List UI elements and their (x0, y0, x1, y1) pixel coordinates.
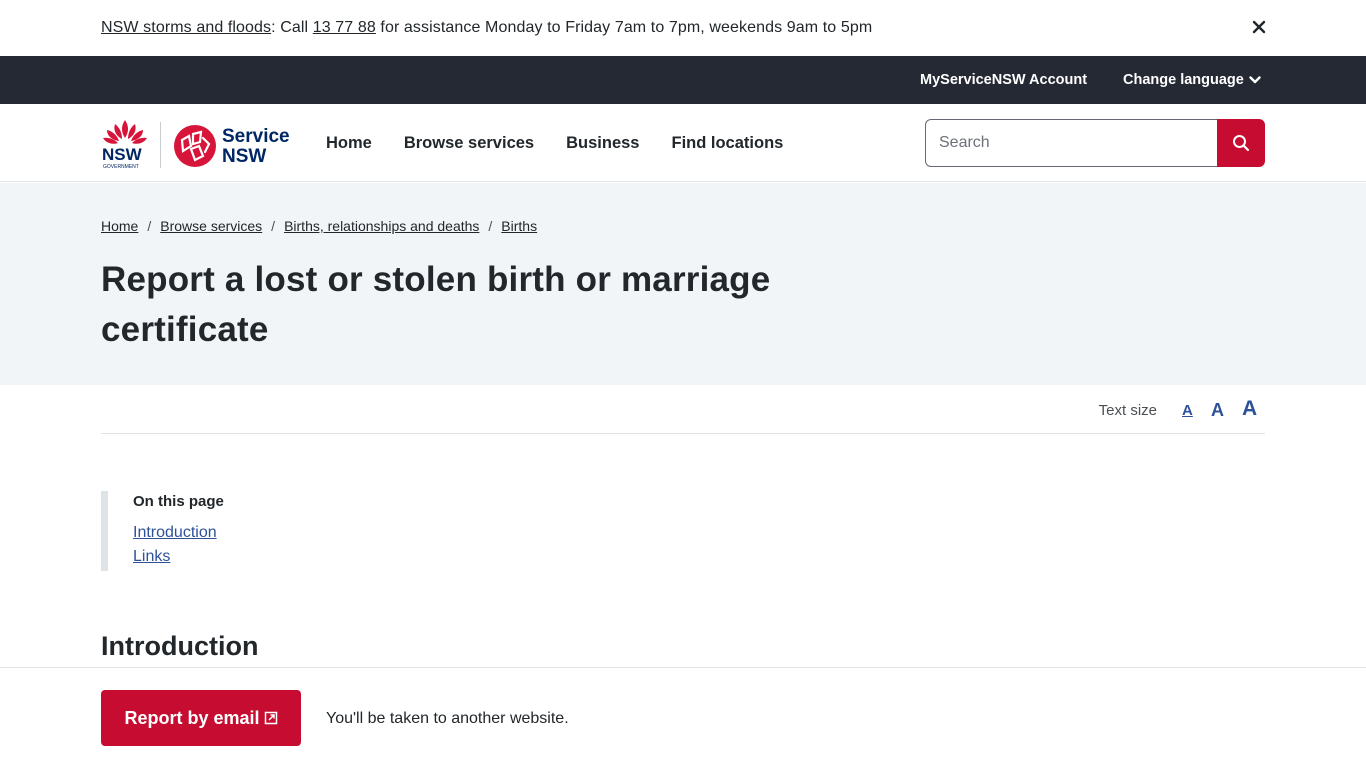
nsw-logo-text: NSW (102, 145, 143, 164)
change-language-label: Change language (1123, 72, 1244, 88)
page-hero: Home / Browse services / Births, relatio… (0, 183, 1366, 385)
on-this-page-link-links[interactable]: Links (133, 545, 401, 569)
breadcrumb-separator: / (488, 218, 493, 234)
on-this-page-link-introduction[interactable]: Introduction (133, 521, 401, 545)
close-icon[interactable] (1248, 16, 1270, 38)
alert-text-end: for assistance Monday to Friday 7am to 7… (375, 19, 873, 36)
sticky-action-bar: Report by email You'll be taken to anoth… (0, 667, 1366, 768)
alert-text-mid: : Call (271, 19, 313, 36)
introduction-heading: Introduction (101, 631, 259, 661)
nav-business[interactable]: Business (566, 133, 639, 153)
external-site-note: You'll be taken to another website. (326, 710, 569, 727)
breadcrumb-separator: / (271, 218, 276, 234)
breadcrumb-births-relationships-deaths[interactable]: Births, relationships and deaths (284, 217, 479, 235)
service-logo-line1: Service (222, 126, 290, 147)
main-nav: Home Browse services Business Find locat… (326, 133, 815, 153)
nav-browse-services[interactable]: Browse services (404, 133, 534, 153)
alert-message: NSW storms and floods: Call 13 77 88 for… (101, 18, 872, 38)
nav-find-locations[interactable]: Find locations (671, 133, 783, 153)
alert-link[interactable]: NSW storms and floods (101, 19, 271, 36)
myservicensw-account-link[interactable]: MyServiceNSW Account (920, 71, 1087, 89)
change-language-button[interactable]: Change language (1123, 71, 1261, 89)
search-input[interactable] (925, 119, 1218, 167)
breadcrumb-browse-services[interactable]: Browse services (160, 217, 262, 235)
nav-home[interactable]: Home (326, 133, 372, 153)
breadcrumb-home[interactable]: Home (101, 217, 138, 235)
alert-phone-link[interactable]: 13 77 88 (313, 19, 376, 36)
search-button[interactable] (1217, 119, 1265, 167)
nsw-logo-subtext: GOVERNMENT (103, 164, 139, 170)
breadcrumb: Home / Browse services / Births, relatio… (101, 217, 537, 235)
text-size-control: Text size A A A (101, 385, 1265, 434)
page-title: Report a lost or stolen birth or marriag… (101, 260, 771, 349)
chevron-down-icon (1249, 76, 1261, 84)
service-logo-line2: NSW (222, 146, 266, 167)
search-icon (1233, 135, 1250, 152)
on-this-page-title: On this page (133, 493, 224, 510)
breadcrumb-separator: / (147, 218, 152, 234)
service-nsw-logo[interactable]: Service NSW (173, 124, 298, 168)
report-by-email-label: Report by email (124, 707, 260, 728)
report-by-email-button[interactable]: Report by email (101, 690, 301, 746)
text-size-large-button[interactable]: A (1242, 398, 1257, 419)
text-size-medium-button[interactable]: A (1211, 401, 1224, 419)
alert-banner: NSW storms and floods: Call 13 77 88 for… (0, 0, 1366, 56)
breadcrumb-births[interactable]: Births (501, 217, 537, 235)
external-link-icon (264, 711, 277, 725)
logo-divider (160, 122, 161, 168)
text-size-label: Text size (1098, 402, 1157, 419)
on-this-page: On this page Introduction Links (101, 491, 401, 571)
nsw-government-logo[interactable]: NSW GOVERNMENT (101, 118, 149, 170)
site-header: NSW GOVERNMENT Service NSW Home Browse s… (0, 104, 1366, 182)
text-size-small-button[interactable]: A (1182, 403, 1193, 418)
utility-bar: MyServiceNSW Account Change language (0, 56, 1366, 104)
